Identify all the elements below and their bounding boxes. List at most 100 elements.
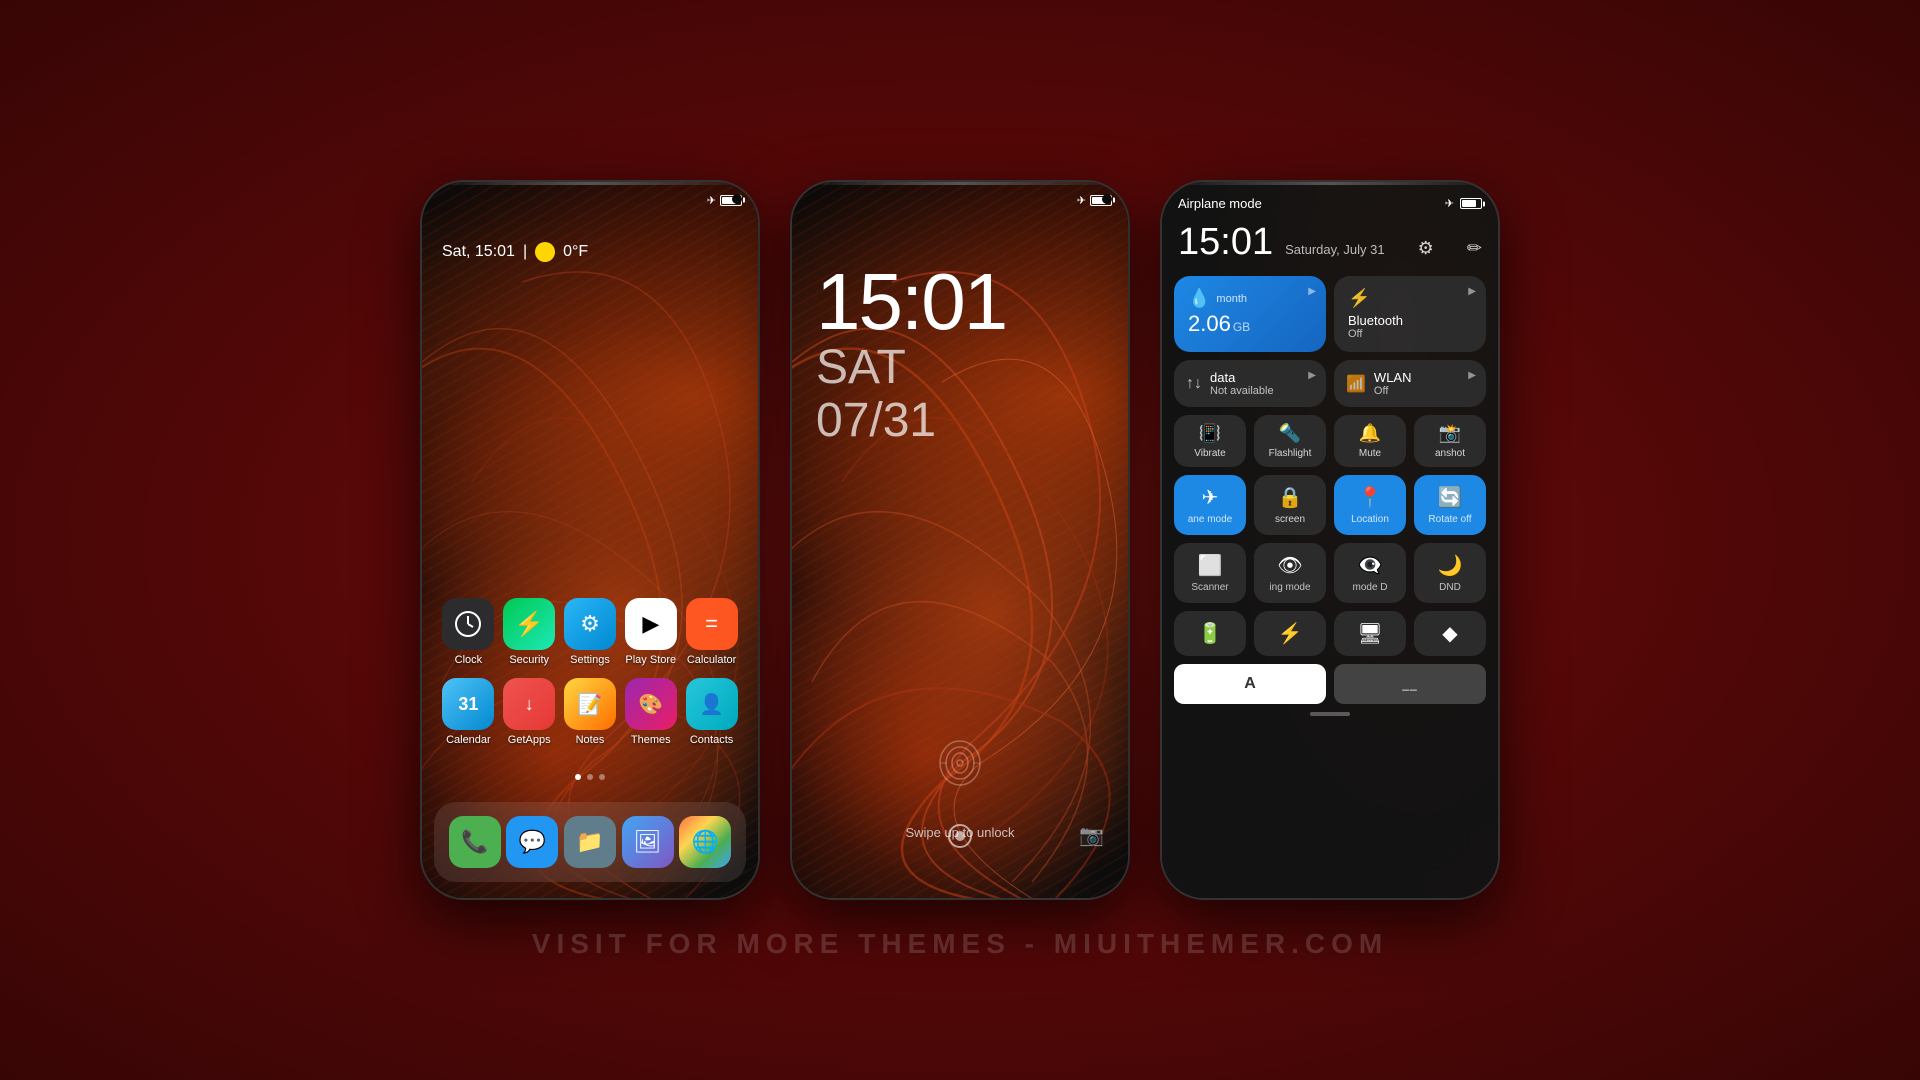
wifi-icon: 📶 [1346,374,1366,394]
lock-day-display: SAT [816,342,1006,395]
wlan-tile[interactable]: 📶 WLAN Off ▶ [1334,360,1486,407]
clock-svg [454,610,482,638]
screen2-tile[interactable]: 🖥 [1334,611,1406,656]
app-getapps[interactable]: ↓ GetApps [500,678,558,746]
data-amount: 2.06 [1188,311,1231,337]
app-notes[interactable]: 📝 Notes [561,678,619,746]
data-unit: GB [1233,320,1250,334]
getapps-icon: ↓ [525,694,534,715]
medium-tiles-row: ✈ ane mode 🔒 screen 📍 Location 🔄 Rotate … [1162,475,1498,535]
calendar-icon: 31 [458,694,478,715]
app-playstore[interactable]: ▶ Play Store [622,598,680,666]
dnd-label: DND [1439,582,1461,593]
contacts-label: Contacts [690,734,733,746]
app-themes[interactable]: 🎨 Themes [622,678,680,746]
security-icon: ⚡ [514,610,544,639]
camera-punch-2 [1102,194,1112,204]
lock-time-display: 15:01 [816,262,1006,342]
data-tile-arrow: ▶ [1308,286,1316,297]
wlan-label: WLAN [1374,370,1412,385]
control-time-display: 15:01 [1178,221,1273,264]
keyboard-tile-1[interactable]: A [1174,664,1326,704]
data-sub: Not available [1210,385,1274,397]
airplane-tile[interactable]: ✈ ane mode [1174,475,1246,535]
playstore-icon-bg: ▶ [625,598,677,650]
page-dots [422,774,758,780]
app-calculator[interactable]: = Calculator [683,598,741,666]
sun-icon [535,242,555,262]
screenshot-icon: 📸 [1439,423,1461,444]
airplane-status-icon: ✈ [1445,197,1454,210]
small-tiles-row: 📳 Vibrate 🔦 Flashlight 🔔 Mute 📸 anshot [1162,415,1498,467]
screen2-icon: 🖥 [1357,621,1382,646]
keyboard-space-icon: __ [1402,677,1417,691]
mobile-data-icon: ↑↓ [1186,375,1202,393]
vibrate-tile[interactable]: 📳 Vibrate [1174,415,1246,467]
themes-icon: 🎨 [638,692,663,717]
dnd-tile[interactable]: 🌙 DND [1414,543,1486,603]
rotate-label: Rotate off [1428,514,1471,525]
lock-screen-tile-icon: 🔒 [1278,485,1303,510]
dot-1 [575,774,581,780]
calculator-icon-bg: = [686,598,738,650]
flashlight-tile[interactable]: 🔦 Flashlight [1254,415,1326,467]
month-label: month [1216,293,1247,305]
app-security[interactable]: ⚡ Security [500,598,558,666]
lock-screen-tile[interactable]: 🔒 screen [1254,475,1326,535]
browser-icon: 🌐 [691,829,718,855]
mode-label: mode D [1352,582,1387,593]
dock-files[interactable]: 📁 [564,816,616,868]
data-tile[interactable]: 💧 month 2.06 GB ▶ [1174,276,1326,352]
location-tile[interactable]: 📍 Location [1334,475,1406,535]
scanner-tile[interactable]: ⬜ Scanner [1174,543,1246,603]
vibrate-icon: 📳 [1199,423,1221,444]
clock-label: Clock [455,654,483,666]
camera-lock-icon[interactable]: 📷 [1079,823,1104,848]
swipe-unlock-text: Swipe up to unlock [905,825,1014,840]
fingerprint-icon[interactable] [935,738,985,788]
app-contacts[interactable]: 👤 Contacts [683,678,741,746]
rotate-tile[interactable]: 🔄 Rotate off [1414,475,1486,535]
dock-gallery[interactable]: 🖼 [622,816,674,868]
big-tiles-row: 💧 month 2.06 GB ▶ ⚡ Bluetooth Off [1162,276,1498,352]
settings-label: Settings [570,654,610,666]
airplane-icon-2: ✈ [1077,194,1086,207]
notes-label: Notes [576,734,605,746]
reading-icon: 👁 [1277,553,1302,578]
settings-icon-bg: ⚙ [564,598,616,650]
water-drop-icon: 💧 [1188,288,1210,309]
battery-saver-tile[interactable]: 🔋 [1174,611,1246,656]
contacts-icon: 👤 [699,692,724,717]
fingerprint-svg [935,738,985,788]
mobile-data-tile[interactable]: ↑↓ data Not available ▶ [1174,360,1326,407]
code-tile[interactable]: ◆ [1414,611,1486,656]
edit-icon[interactable]: ✏ [1467,238,1482,259]
mute-tile[interactable]: 🔔 Mute [1334,415,1406,467]
adjust-icon[interactable]: ⚙ [1418,238,1434,259]
lightning-tile[interactable]: ⚡ [1254,611,1326,656]
lightning-icon: ⚡ [1278,621,1303,646]
dock-phone[interactable]: 📞 [449,816,501,868]
notes-icon-bg: 📝 [564,678,616,730]
mode-tile[interactable]: 👁‍🗨 mode D [1334,543,1406,603]
themes-icon-bg: 🎨 [625,678,677,730]
dock-messages[interactable]: 💬 [506,816,558,868]
watermark: VISIT FOR MORE THEMES - MIUITHEMER.COM [532,928,1388,960]
bluetooth-tile[interactable]: ⚡ Bluetooth Off ▶ [1334,276,1486,352]
contacts-icon-bg: 👤 [686,678,738,730]
app-calendar[interactable]: 31 Calendar [439,678,497,746]
reading-tile[interactable]: 👁 ing mode [1254,543,1326,603]
screenshot-tile[interactable]: 📸 anshot [1414,415,1486,467]
calculator-icon: = [705,611,718,637]
bottom-tiles-2: 🔋 ⚡ 🖥 ◆ [1162,611,1498,656]
app-clock[interactable]: Clock [439,598,497,666]
keyboard-tile-2[interactable]: __ [1334,664,1486,704]
dock-browser[interactable]: 🌐 [679,816,731,868]
control-header: Airplane mode ✈ [1162,182,1498,219]
app-settings[interactable]: ⚙ Settings [561,598,619,666]
location-icon: 📍 [1358,485,1383,510]
keyboard-row: A __ [1162,664,1498,704]
location-label: Location [1351,514,1389,525]
control-time-row: 15:01 Saturday, July 31 ⚙ ✏ [1162,219,1498,276]
data-label: data [1210,370,1274,385]
